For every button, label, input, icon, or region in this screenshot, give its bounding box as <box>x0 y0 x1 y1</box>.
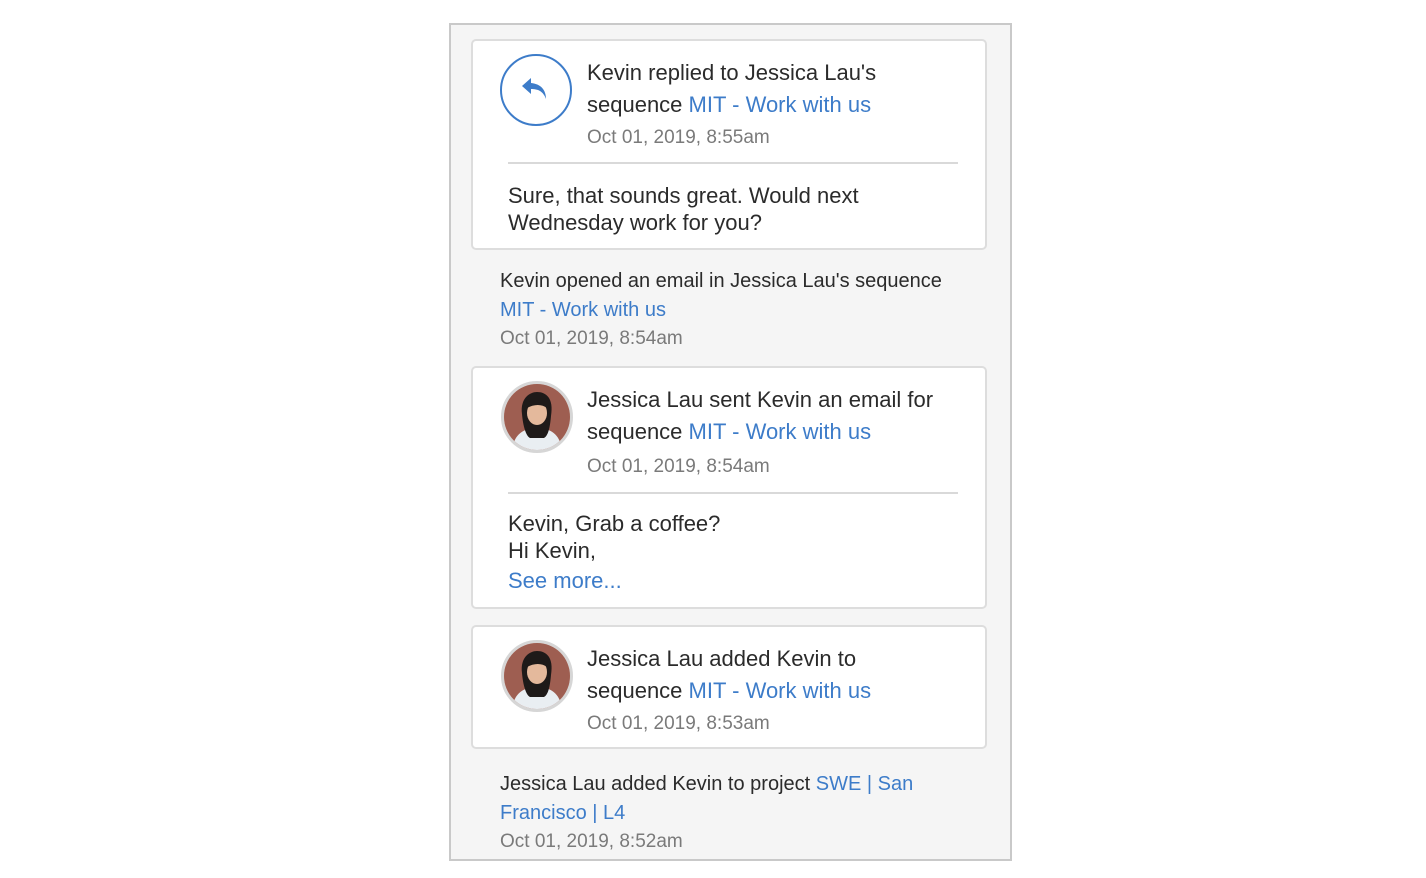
sequence-link[interactable]: MIT - Work with us <box>500 299 666 321</box>
sequence-link[interactable]: MIT - Work with us <box>689 419 872 444</box>
activity-card-added-sequence: Jessica Lau added Kevin to sequence MIT … <box>471 625 987 749</box>
sequence-link[interactable]: MIT - Work with us <box>689 92 872 117</box>
activity-timestamp: Oct 01, 2019, 8:55am <box>587 127 770 148</box>
email-subject: Kevin, Grab a coffee? <box>508 511 721 536</box>
email-preview: Kevin, Grab a coffee? Hi Kevin, See more… <box>508 510 948 594</box>
avatar <box>501 640 573 712</box>
activity-timestamp: Oct 01, 2019, 8:54am <box>587 456 770 477</box>
activity-title: Jessica Lau sent Kevin an email for sequ… <box>587 384 972 448</box>
activity-text: Jessica Lau added Kevin to project <box>500 773 811 795</box>
activity-feed: Kevin replied to Jessica Lau's sequence … <box>449 23 1012 861</box>
reply-message: Sure, that sounds great. Would next Wedn… <box>508 183 859 235</box>
divider <box>508 492 958 494</box>
email-greeting: Hi Kevin, <box>508 538 597 563</box>
activity-event-project: Jessica Lau added Kevin to project SWE |… <box>500 770 970 855</box>
avatar <box>501 381 573 453</box>
activity-title: Kevin replied to Jessica Lau's sequence … <box>587 57 972 121</box>
activity-timestamp: Oct 01, 2019, 8:52am <box>500 831 683 852</box>
activity-text: Kevin opened an email in Jessica Lau's s… <box>500 270 942 292</box>
activity-card-reply: Kevin replied to Jessica Lau's sequence … <box>471 39 987 250</box>
activity-timestamp: Oct 01, 2019, 8:53am <box>587 713 770 734</box>
see-more-link[interactable]: See more... <box>508 567 948 594</box>
divider <box>508 162 958 164</box>
activity-timestamp: Oct 01, 2019, 8:54am <box>500 328 683 349</box>
activity-event-opened: Kevin opened an email in Jessica Lau's s… <box>500 267 970 352</box>
reply-icon <box>500 54 572 126</box>
activity-title: Jessica Lau added Kevin to sequence MIT … <box>587 643 927 707</box>
sequence-link[interactable]: MIT - Work with us <box>689 678 872 703</box>
activity-card-email-sent: Jessica Lau sent Kevin an email for sequ… <box>471 366 987 609</box>
